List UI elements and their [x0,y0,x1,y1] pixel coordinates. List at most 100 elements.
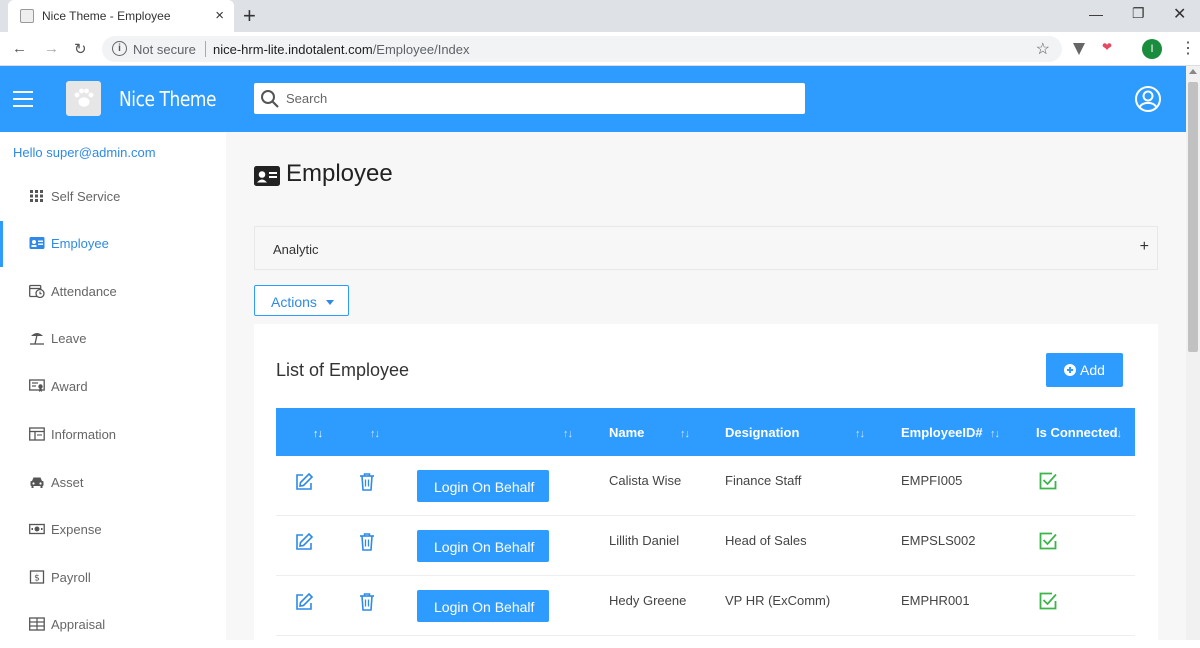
plus-circle-icon [1064,364,1076,376]
sidebar-item-appraisal[interactable]: Appraisal [0,602,226,648]
table-header: ↑↓ ↑↓ ↑↓ Name ↑↓ Designation ↑↓ Employee… [276,408,1135,456]
search-icon [261,90,279,108]
tab-close-icon[interactable]: × [215,7,224,24]
sidebar-item-leave[interactable]: Leave [0,316,226,362]
trash-icon[interactable] [358,472,376,492]
search-box [254,83,805,114]
greeting: Hello super@admin.com [13,145,156,160]
sort-icon[interactable]: ↑↓ [313,428,323,440]
scroll-up-arrow[interactable] [1189,69,1197,74]
id-card-icon [29,237,45,249]
money-icon [29,523,45,535]
search-input[interactable] [286,83,786,114]
expand-plus-icon[interactable]: + [1140,238,1149,256]
not-secure-label: Not secure [133,42,196,57]
column-header-name[interactable]: Name [609,425,644,440]
address-bar: ← → ↻ i Not secure nice-hrm-lite.indotal… [0,32,1200,66]
user-account-icon[interactable] [1134,85,1162,113]
grid-icon [30,190,43,202]
svg-text:$: $ [34,574,40,584]
edit-icon[interactable] [294,532,314,552]
bookmark-star-icon[interactable]: ☆ [1036,39,1050,59]
column-header-is-connected[interactable]: Is Connected [1036,425,1118,440]
car-icon [30,477,44,488]
sidebar-item-attendance[interactable]: Attendance [0,269,226,315]
sidebar-item-expense[interactable]: Expense [0,507,226,553]
sidebar-item-label: Asset [51,475,84,490]
checkbox-checked-icon [1039,532,1057,550]
page-title: Employee [286,160,393,187]
scroll-thumb[interactable] [1188,82,1198,352]
dollar-icon: $ [29,570,45,584]
beach-icon [30,333,44,345]
sidebar-item-asset[interactable]: Asset [0,460,226,506]
back-icon[interactable]: ← [12,40,27,57]
login-on-behalf-label: Login On Behalf [434,599,535,615]
login-on-behalf-button[interactable]: Login On Behalf [417,470,549,502]
edit-icon[interactable] [294,472,314,492]
info-icon[interactable]: i [112,41,127,56]
add-button[interactable]: Add [1046,353,1123,387]
extension-heart-icon[interactable]: ❤ [1102,40,1112,54]
login-on-behalf-label: Login On Behalf [434,479,535,495]
sidebar-item-award[interactable]: Award [0,364,226,410]
sort-icon[interactable]: ↑↓ [1112,428,1122,440]
add-label: Add [1080,362,1105,378]
actions-dropdown-button[interactable]: Actions [254,285,349,316]
hamburger-menu-icon[interactable] [13,91,33,107]
profile-avatar[interactable]: I [1142,39,1162,59]
sort-icon[interactable]: ↑↓ [370,428,380,440]
url-text: nice-hrm-lite.indotalent.com/Employee/In… [213,42,470,57]
table-row: Login On Behalf Hedy Greene VP HR (ExCom… [276,576,1135,636]
table-row: Login On Behalf Lillith Daniel Head of S… [276,516,1135,576]
login-on-behalf-label: Login On Behalf [434,539,535,555]
cell-designation: VP HR (ExComm) [725,593,831,608]
browser-menu-icon[interactable]: ⋮ [1180,38,1196,58]
column-header-employee-id[interactable]: EmployeeID# [901,425,983,440]
table-row: Login On Behalf Calista Wise Finance Sta… [276,456,1135,516]
sort-icon[interactable]: ↑↓ [855,428,865,440]
page-scrollbar[interactable] [1186,66,1200,640]
brand-name[interactable]: Nice Theme [119,87,216,111]
sidebar-item-label: Self Service [51,189,121,204]
sidebar-item-label: Leave [51,331,87,346]
login-on-behalf-button[interactable]: Login On Behalf [417,590,549,622]
edit-icon[interactable] [294,592,314,612]
column-header-designation[interactable]: Designation [725,425,799,440]
login-on-behalf-button[interactable]: Login On Behalf [417,530,549,562]
paw-logo-icon [66,81,101,116]
favicon-icon [20,9,34,23]
calendar-clock-icon [29,284,45,298]
cell-designation: Head of Sales [725,533,807,548]
forward-icon[interactable]: → [44,40,59,57]
extension-v-icon[interactable] [1073,43,1085,55]
sort-icon[interactable]: ↑↓ [680,428,690,440]
sidebar-item-information[interactable]: Information [0,412,226,458]
new-tab-button[interactable]: + [243,3,256,29]
cell-name: Hedy Greene [609,593,687,608]
sidebar-item-label: Appraisal [51,617,106,632]
trash-icon[interactable] [358,592,376,612]
sidebar-item-self-service[interactable]: Self Service [0,174,226,220]
window-close-icon[interactable]: ✕ [1173,4,1186,24]
trash-icon[interactable] [358,532,376,552]
analytic-panel[interactable]: Analytic + [254,226,1158,270]
reload-icon[interactable]: ↻ [74,40,87,58]
url-divider [205,41,206,57]
actions-label: Actions [271,294,317,310]
restore-icon[interactable]: ❐ [1132,5,1145,22]
browser-tab[interactable]: Nice Theme - Employee × [8,0,234,32]
caret-down-icon [326,300,334,305]
sidebar-item-label: Attendance [51,284,117,299]
sidebar-item-label: Payroll [51,570,91,585]
minimize-icon[interactable]: — [1089,6,1103,22]
sort-icon[interactable]: ↑↓ [563,428,573,440]
cell-employee-id: EMPHR001 [901,593,970,608]
board-icon [29,427,45,441]
sidebar-item-payroll[interactable]: $ Payroll [0,555,226,601]
sidebar-item-employee[interactable]: Employee [0,221,226,267]
employee-list-card: List of Employee Add ↑↓ ↑↓ ↑↓ Name ↑↓ De… [254,324,1158,640]
url-field[interactable]: i Not secure nice-hrm-lite.indotalent.co… [102,36,1062,62]
sidebar-item-label: Award [51,379,88,394]
sort-icon[interactable]: ↑↓ [990,428,1000,440]
